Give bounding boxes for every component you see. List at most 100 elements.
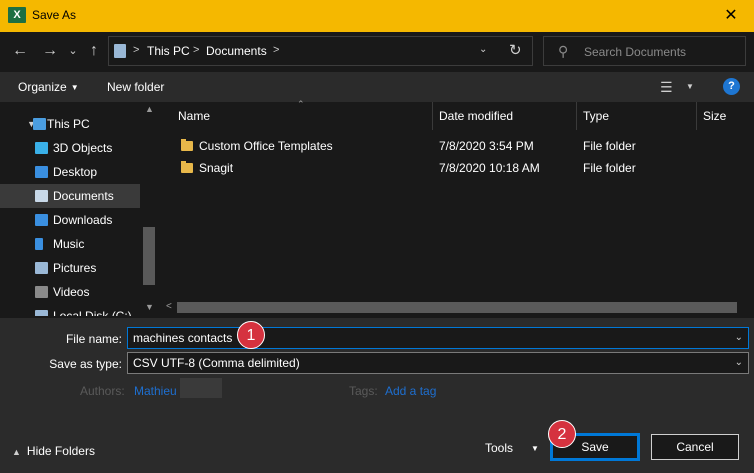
- tools-label: Tools: [485, 441, 514, 455]
- horizontal-scrollbar[interactable]: <: [160, 299, 754, 316]
- tags-label: Tags:: [349, 384, 378, 398]
- folder-icon: [181, 161, 193, 173]
- column-divider[interactable]: [576, 102, 577, 130]
- file-type: File folder: [583, 161, 636, 175]
- file-list: ⌃ Name Date modified Type Size Custom Of…: [160, 99, 754, 316]
- scrollbar-thumb[interactable]: [177, 302, 737, 313]
- search-icon: ⚲: [558, 43, 569, 59]
- document-icon: [35, 190, 48, 202]
- chevron-down-icon[interactable]: ⌄: [735, 328, 743, 348]
- sidebar-item-local-disk[interactable]: Local Disk (C:): [0, 304, 140, 316]
- caret-down-icon[interactable]: ▼: [686, 82, 694, 91]
- recent-locations-button[interactable]: ⌄: [63, 41, 83, 61]
- sidebar-item-downloads[interactable]: Downloads: [0, 208, 140, 232]
- savetype-select[interactable]: CSV UTF-8 (Comma delimited) ⌄: [127, 352, 749, 374]
- hide-folders-label: Hide Folders: [26, 444, 95, 458]
- address-bar[interactable]: > This PC > Documents > ⌄ ↻: [108, 36, 533, 66]
- desktop-icon: [35, 166, 48, 178]
- filename-value[interactable]: machines contacts: [133, 331, 232, 345]
- sidebar-item-label: Pictures: [53, 261, 97, 275]
- sidebar-item-label: Music: [53, 237, 85, 251]
- file-type: File folder: [583, 139, 636, 153]
- organize-label: Organize: [18, 80, 67, 94]
- sidebar-item-videos[interactable]: Videos: [0, 280, 140, 304]
- excel-icon: X: [8, 7, 26, 23]
- sidebar-item-label: Documents: [53, 189, 114, 203]
- breadcrumb-documents[interactable]: Documents: [206, 44, 267, 58]
- sidebar-item-label: Videos: [53, 285, 90, 299]
- hide-folders-button[interactable]: ▲ Hide Folders: [12, 444, 95, 458]
- tools-button[interactable]: Tools ▼: [485, 441, 539, 455]
- navigation-scrollbar[interactable]: ▲ ▼: [141, 102, 158, 316]
- file-name: Snagit: [199, 161, 234, 175]
- navigation-pane: ▼ This PC 3D Objects Desktop Documents D…: [0, 102, 160, 316]
- table-row[interactable]: Custom Office Templates 7/8/2020 3:54 PM…: [160, 135, 754, 157]
- column-header-type[interactable]: Type: [583, 102, 609, 130]
- scroll-up-icon[interactable]: ▲: [145, 104, 154, 114]
- address-dropdown-icon[interactable]: ⌄: [479, 44, 487, 55]
- search-input[interactable]: Search Documents: [584, 45, 686, 59]
- organize-button[interactable]: Organize ▼: [18, 80, 79, 94]
- sidebar-item-documents[interactable]: Documents: [0, 184, 140, 208]
- sort-ascending-icon: ⌃: [297, 99, 305, 109]
- cube-icon: [35, 142, 48, 154]
- sidebar-item-desktop[interactable]: Desktop: [0, 160, 140, 184]
- computer-icon: [33, 118, 46, 130]
- view-options-icon[interactable]: ☰: [660, 79, 673, 96]
- chevron-up-icon: ▲: [12, 447, 21, 457]
- navigation-bar: ← → ⌄ ↑ > This PC > Documents > ⌄ ↻ ⚲ Se…: [0, 32, 754, 70]
- music-icon: [35, 238, 43, 250]
- back-button[interactable]: ←: [10, 41, 30, 61]
- sidebar-item-label: 3D Objects: [53, 141, 113, 155]
- file-name: Custom Office Templates: [199, 139, 333, 153]
- download-icon: [35, 214, 48, 226]
- scroll-down-icon[interactable]: ▼: [145, 302, 154, 312]
- save-options-pane: File name: machines contacts ⌄ Save as t…: [0, 318, 754, 473]
- step-marker-1: 1: [237, 321, 265, 349]
- window-title: Save As: [32, 8, 77, 22]
- column-header-size[interactable]: Size: [703, 102, 726, 130]
- chevron-right-icon[interactable]: >: [273, 44, 279, 56]
- authors-value[interactable]: Mathieu: [134, 384, 177, 398]
- forward-button[interactable]: →: [40, 41, 60, 61]
- caret-down-icon: ▼: [531, 444, 539, 453]
- column-header-date-modified[interactable]: Date modified: [439, 102, 513, 130]
- sidebar-item-this-pc[interactable]: ▼ This PC: [0, 112, 140, 136]
- sidebar-item-music[interactable]: Music: [0, 232, 140, 256]
- caret-down-icon: ▼: [70, 83, 79, 92]
- savetype-label: Save as type:: [49, 357, 122, 371]
- chevron-down-icon[interactable]: ⌄: [735, 353, 743, 373]
- refresh-icon[interactable]: ↻: [509, 41, 522, 59]
- column-divider[interactable]: [696, 102, 697, 130]
- column-header-name[interactable]: Name: [178, 102, 210, 130]
- chevron-right-icon: >: [133, 44, 140, 56]
- picture-icon: [35, 262, 48, 274]
- scroll-left-icon[interactable]: <: [166, 301, 172, 312]
- help-icon[interactable]: ?: [723, 78, 740, 95]
- scrollbar-thumb[interactable]: [143, 227, 155, 285]
- sidebar-item-label: Desktop: [53, 165, 98, 179]
- author-highlight: [180, 378, 222, 398]
- breadcrumb-this-pc[interactable]: This PC: [147, 44, 190, 58]
- savetype-value: CSV UTF-8 (Comma delimited): [133, 356, 300, 370]
- new-folder-button[interactable]: New folder: [107, 80, 164, 94]
- folder-icon: [181, 139, 193, 151]
- search-box[interactable]: ⚲ Search Documents: [543, 36, 746, 66]
- column-divider[interactable]: [432, 102, 433, 130]
- authors-label: Authors:: [80, 384, 125, 398]
- sidebar-item-3d-objects[interactable]: 3D Objects: [0, 136, 140, 160]
- table-row[interactable]: Snagit 7/8/2020 10:18 AM File folder: [160, 157, 754, 179]
- command-bar: Organize ▼ New folder ☰ ▼ ?: [0, 72, 754, 102]
- close-button[interactable]: ✕: [708, 0, 754, 32]
- file-date: 7/8/2020 3:54 PM: [439, 139, 534, 153]
- filename-field[interactable]: machines contacts ⌄: [127, 327, 749, 349]
- sidebar-item-pictures[interactable]: Pictures: [0, 256, 140, 280]
- up-button[interactable]: ↑: [84, 41, 104, 61]
- location-icon: [114, 44, 126, 58]
- cancel-button[interactable]: Cancel: [651, 434, 739, 460]
- title-bar: X Save As ✕: [0, 0, 754, 32]
- video-icon: [35, 286, 48, 298]
- step-marker-2: 2: [548, 420, 576, 448]
- add-tag-link[interactable]: Add a tag: [385, 384, 436, 398]
- chevron-right-icon: >: [193, 44, 200, 56]
